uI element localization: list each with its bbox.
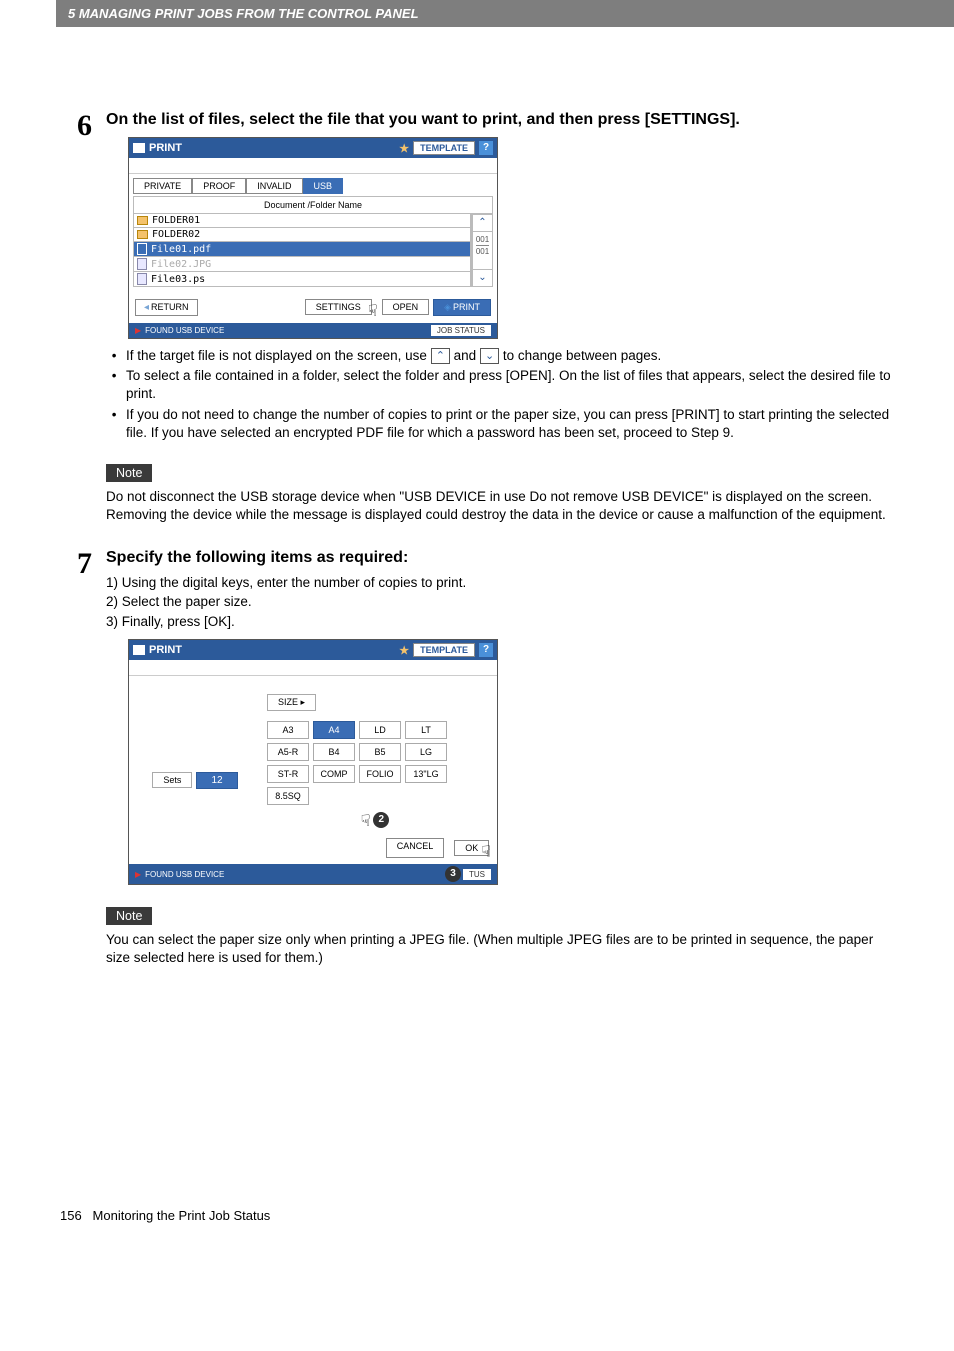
list-item[interactable]: FOLDER01 [133, 214, 471, 228]
step-heading: Specify the following items as required: [106, 549, 898, 567]
size-option[interactable]: FOLIO [359, 765, 401, 783]
size-option-selected[interactable]: A4 [313, 721, 355, 739]
up-arrow-icon: ⌃ [431, 348, 450, 364]
callout-2: 2 [373, 812, 389, 828]
list-header: Document /Folder Name [133, 196, 493, 214]
list-item[interactable]: File03.ps [133, 272, 471, 287]
hand-cursor-icon: ☟ [481, 842, 491, 862]
help-button[interactable]: ? [479, 141, 493, 155]
back-arrow-icon: ◂ [144, 302, 149, 313]
bullet-item: If the target file is not displayed on t… [124, 347, 898, 365]
ss-title: PRINT [149, 644, 182, 656]
note-label: Note [106, 907, 152, 925]
size-option[interactable]: 13"LG [405, 765, 447, 783]
page-indicator: 001 001 [472, 232, 493, 269]
file-icon [137, 273, 147, 285]
alert-icon: ▶ [135, 870, 141, 879]
diamond-icon: ◈ [444, 302, 451, 312]
bullet-list: If the target file is not displayed on t… [124, 347, 898, 442]
size-option[interactable]: LG [405, 743, 447, 761]
template-button[interactable]: TEMPLATE [413, 643, 475, 657]
size-option[interactable]: A5-R [267, 743, 309, 761]
open-button[interactable]: OPEN [382, 299, 430, 315]
alert-icon: ▶ [135, 326, 141, 335]
printer-icon [133, 143, 145, 153]
template-button[interactable]: TEMPLATE [413, 141, 475, 155]
size-option[interactable]: ST-R [267, 765, 309, 783]
tab-row: PRIVATE PROOF INVALID USB [129, 174, 497, 194]
page-footer: 156 Monitoring the Print Job Status [56, 1208, 898, 1223]
tab-private[interactable]: PRIVATE [133, 178, 192, 194]
return-button[interactable]: ◂RETURN [135, 299, 198, 316]
cancel-button[interactable]: CANCEL [386, 838, 445, 858]
print-button[interactable]: ◈PRINT [433, 299, 491, 316]
tab-usb[interactable]: USB [303, 178, 344, 194]
size-grid: A3 A4 LD LT A5-R B4 B5 LG ST-R COMP FOLI… [267, 721, 491, 805]
scroll-up-button[interactable]: ⌃ [472, 214, 493, 232]
printer-icon [133, 645, 145, 655]
step-7: 7 Specify the following items as require… [56, 549, 898, 968]
size-option[interactable]: B5 [359, 743, 401, 761]
footer-title: Monitoring the Print Job Status [93, 1208, 271, 1223]
folder-icon [137, 230, 148, 239]
scroll-down-button[interactable]: ⌄ [472, 269, 493, 287]
size-option[interactable]: COMP [313, 765, 355, 783]
settings-button[interactable]: SETTINGS [305, 299, 372, 315]
page-content: 6 On the list of files, select the file … [0, 27, 954, 1253]
sets-label: Sets [152, 772, 192, 788]
hand-cursor-icon: ☟ [368, 301, 378, 321]
hand-cursor-icon: ☟ [361, 811, 371, 831]
status-text: FOUND USB DEVICE [145, 870, 224, 879]
bullet-item: To select a file contained in a folder, … [124, 367, 898, 403]
sub-step: 3) Finally, press [OK]. [106, 612, 898, 632]
star-icon: ★ [399, 142, 409, 155]
chapter-header: 5 MANAGING PRINT JOBS FROM THE CONTROL P… [56, 0, 954, 27]
job-status-button[interactable]: JOB STATUS [431, 325, 491, 336]
step-number: 7 [56, 549, 106, 968]
screenshot-print-usb: PRINT ★ TEMPLATE ? PRIVATE PROOF INVALID… [128, 137, 498, 339]
tab-proof[interactable]: PROOF [192, 178, 246, 194]
ss-title: PRINT [149, 142, 182, 154]
step-heading: On the list of files, select the file th… [106, 111, 898, 129]
size-option[interactable]: LT [405, 721, 447, 739]
note-label: Note [106, 464, 152, 482]
sets-value[interactable]: 12 [196, 772, 237, 789]
bullet-item: If you do not need to change the number … [124, 406, 898, 442]
tab-invalid[interactable]: INVALID [246, 178, 302, 194]
size-option[interactable]: A3 [267, 721, 309, 739]
sub-step: 1) Using the digital keys, enter the num… [106, 573, 898, 593]
page-number: 156 [60, 1208, 82, 1223]
list-item[interactable]: File02.JPG [133, 257, 471, 272]
callout-3: 3 [445, 866, 461, 882]
screenshot-print-size: PRINT ★ TEMPLATE ? Sets 12 [128, 639, 498, 885]
size-option[interactable]: B4 [313, 743, 355, 761]
down-arrow-icon: ⌄ [480, 348, 499, 364]
sub-steps: 1) Using the digital keys, enter the num… [106, 573, 898, 632]
step-6: 6 On the list of files, select the file … [56, 111, 898, 525]
size-option[interactable]: 8.5SQ [267, 787, 309, 805]
sub-step: 2) Select the paper size. [106, 592, 898, 612]
note-text: You can select the paper size only when … [106, 931, 898, 967]
file-icon [137, 243, 147, 255]
status-text: FOUND USB DEVICE [145, 326, 224, 335]
sets-field: Sets 12 [152, 732, 237, 828]
folder-icon [137, 216, 148, 225]
list-item[interactable]: FOLDER02 [133, 228, 471, 242]
step-number: 6 [56, 111, 106, 525]
star-icon: ★ [399, 644, 409, 657]
size-option[interactable]: LD [359, 721, 401, 739]
note-text: Do not disconnect the USB storage device… [106, 488, 898, 524]
size-header[interactable]: SIZE ▸ [267, 694, 316, 711]
job-status-button[interactable]: TUS [463, 869, 491, 880]
help-button[interactable]: ? [479, 643, 493, 657]
file-icon [137, 258, 147, 270]
list-item-selected[interactable]: File01.pdf [133, 242, 471, 257]
